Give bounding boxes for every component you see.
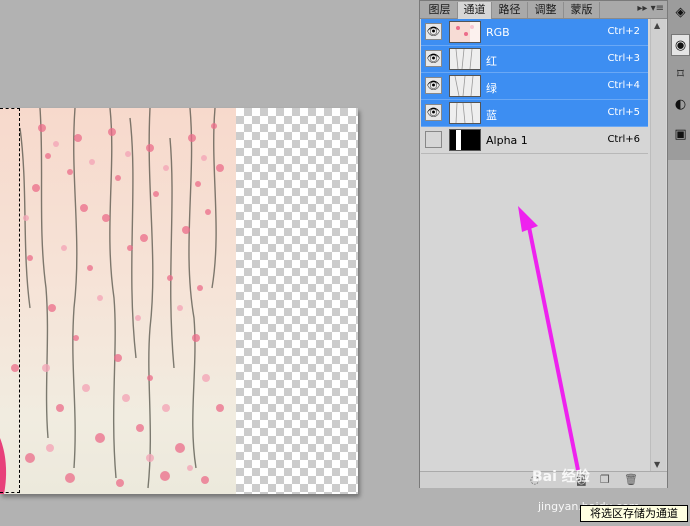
annotation-arrow [518, 206, 580, 471]
tooltip: 将选区存储为通道 [580, 505, 688, 522]
